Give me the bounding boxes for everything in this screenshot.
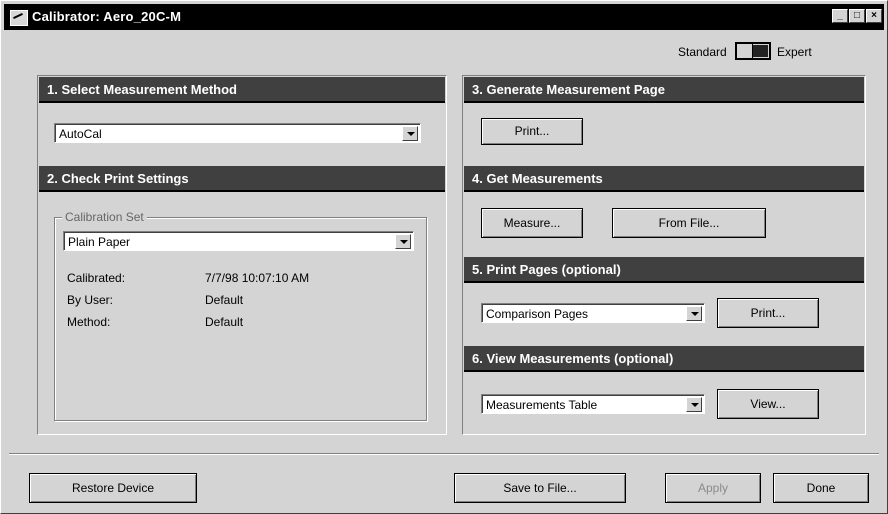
- calibration-set-value: Plain Paper: [68, 235, 131, 249]
- method-value: Default: [205, 315, 244, 329]
- calibrator-window: Calibrator: Aero_20C-M _ □ × Standard Ex…: [0, 0, 888, 514]
- toggle-knob: [753, 45, 768, 57]
- done-button[interactable]: Done: [773, 473, 869, 503]
- generate-print-button[interactable]: Print...: [481, 118, 583, 145]
- section3-header: 3. Generate Measurement Page: [464, 77, 864, 103]
- section1-header: 1. Select Measurement Method: [39, 77, 445, 103]
- chevron-down-icon[interactable]: [686, 397, 702, 412]
- chevron-down-icon[interactable]: [402, 126, 418, 141]
- title-bar: Calibrator: Aero_20C-M _ □ ×: [4, 4, 884, 30]
- minimize-icon[interactable]: _: [832, 9, 848, 23]
- measurement-method-value: AutoCal: [59, 127, 102, 141]
- maximize-icon[interactable]: □: [849, 9, 865, 23]
- apply-button[interactable]: Apply: [665, 473, 761, 503]
- by-user-label: By User:: [67, 293, 114, 307]
- view-button[interactable]: View...: [717, 389, 819, 419]
- measurement-method-select[interactable]: AutoCal: [54, 123, 421, 143]
- mode-toggle[interactable]: [735, 42, 771, 60]
- section5-header: 5. Print Pages (optional): [464, 257, 864, 283]
- print-pages-button[interactable]: Print...: [717, 298, 819, 328]
- view-measurements-value: Measurements Table: [486, 398, 598, 412]
- calibrated-value: 7/7/98 10:07:10 AM: [205, 271, 310, 285]
- restore-device-button[interactable]: Restore Device: [29, 473, 197, 503]
- calibrated-label: Calibrated:: [67, 271, 126, 285]
- standard-label: Standard: [678, 45, 727, 59]
- save-to-file-button[interactable]: Save to File...: [454, 473, 626, 503]
- calibration-set-select[interactable]: Plain Paper: [63, 231, 414, 251]
- method-label: Method:: [67, 315, 111, 329]
- print-pages-value: Comparison Pages: [486, 307, 589, 321]
- calibration-set-label: Calibration Set: [62, 210, 147, 224]
- by-user-value: Default: [205, 293, 244, 307]
- chevron-down-icon[interactable]: [395, 234, 411, 249]
- window-title: Calibrator: Aero_20C-M: [32, 9, 182, 24]
- app-icon: [10, 10, 28, 26]
- print-pages-select[interactable]: Comparison Pages: [481, 303, 705, 323]
- view-measurements-select[interactable]: Measurements Table: [481, 394, 705, 414]
- from-file-button[interactable]: From File...: [612, 208, 766, 238]
- chevron-down-icon[interactable]: [686, 306, 702, 321]
- expert-label: Expert: [777, 45, 812, 59]
- close-icon[interactable]: ×: [866, 9, 882, 23]
- section4-header: 4. Get Measurements: [464, 166, 864, 192]
- section6-header: 6. View Measurements (optional): [464, 346, 864, 372]
- footer-separator: [9, 453, 879, 455]
- measure-button[interactable]: Measure...: [481, 208, 583, 238]
- section2-header: 2. Check Print Settings: [39, 166, 445, 192]
